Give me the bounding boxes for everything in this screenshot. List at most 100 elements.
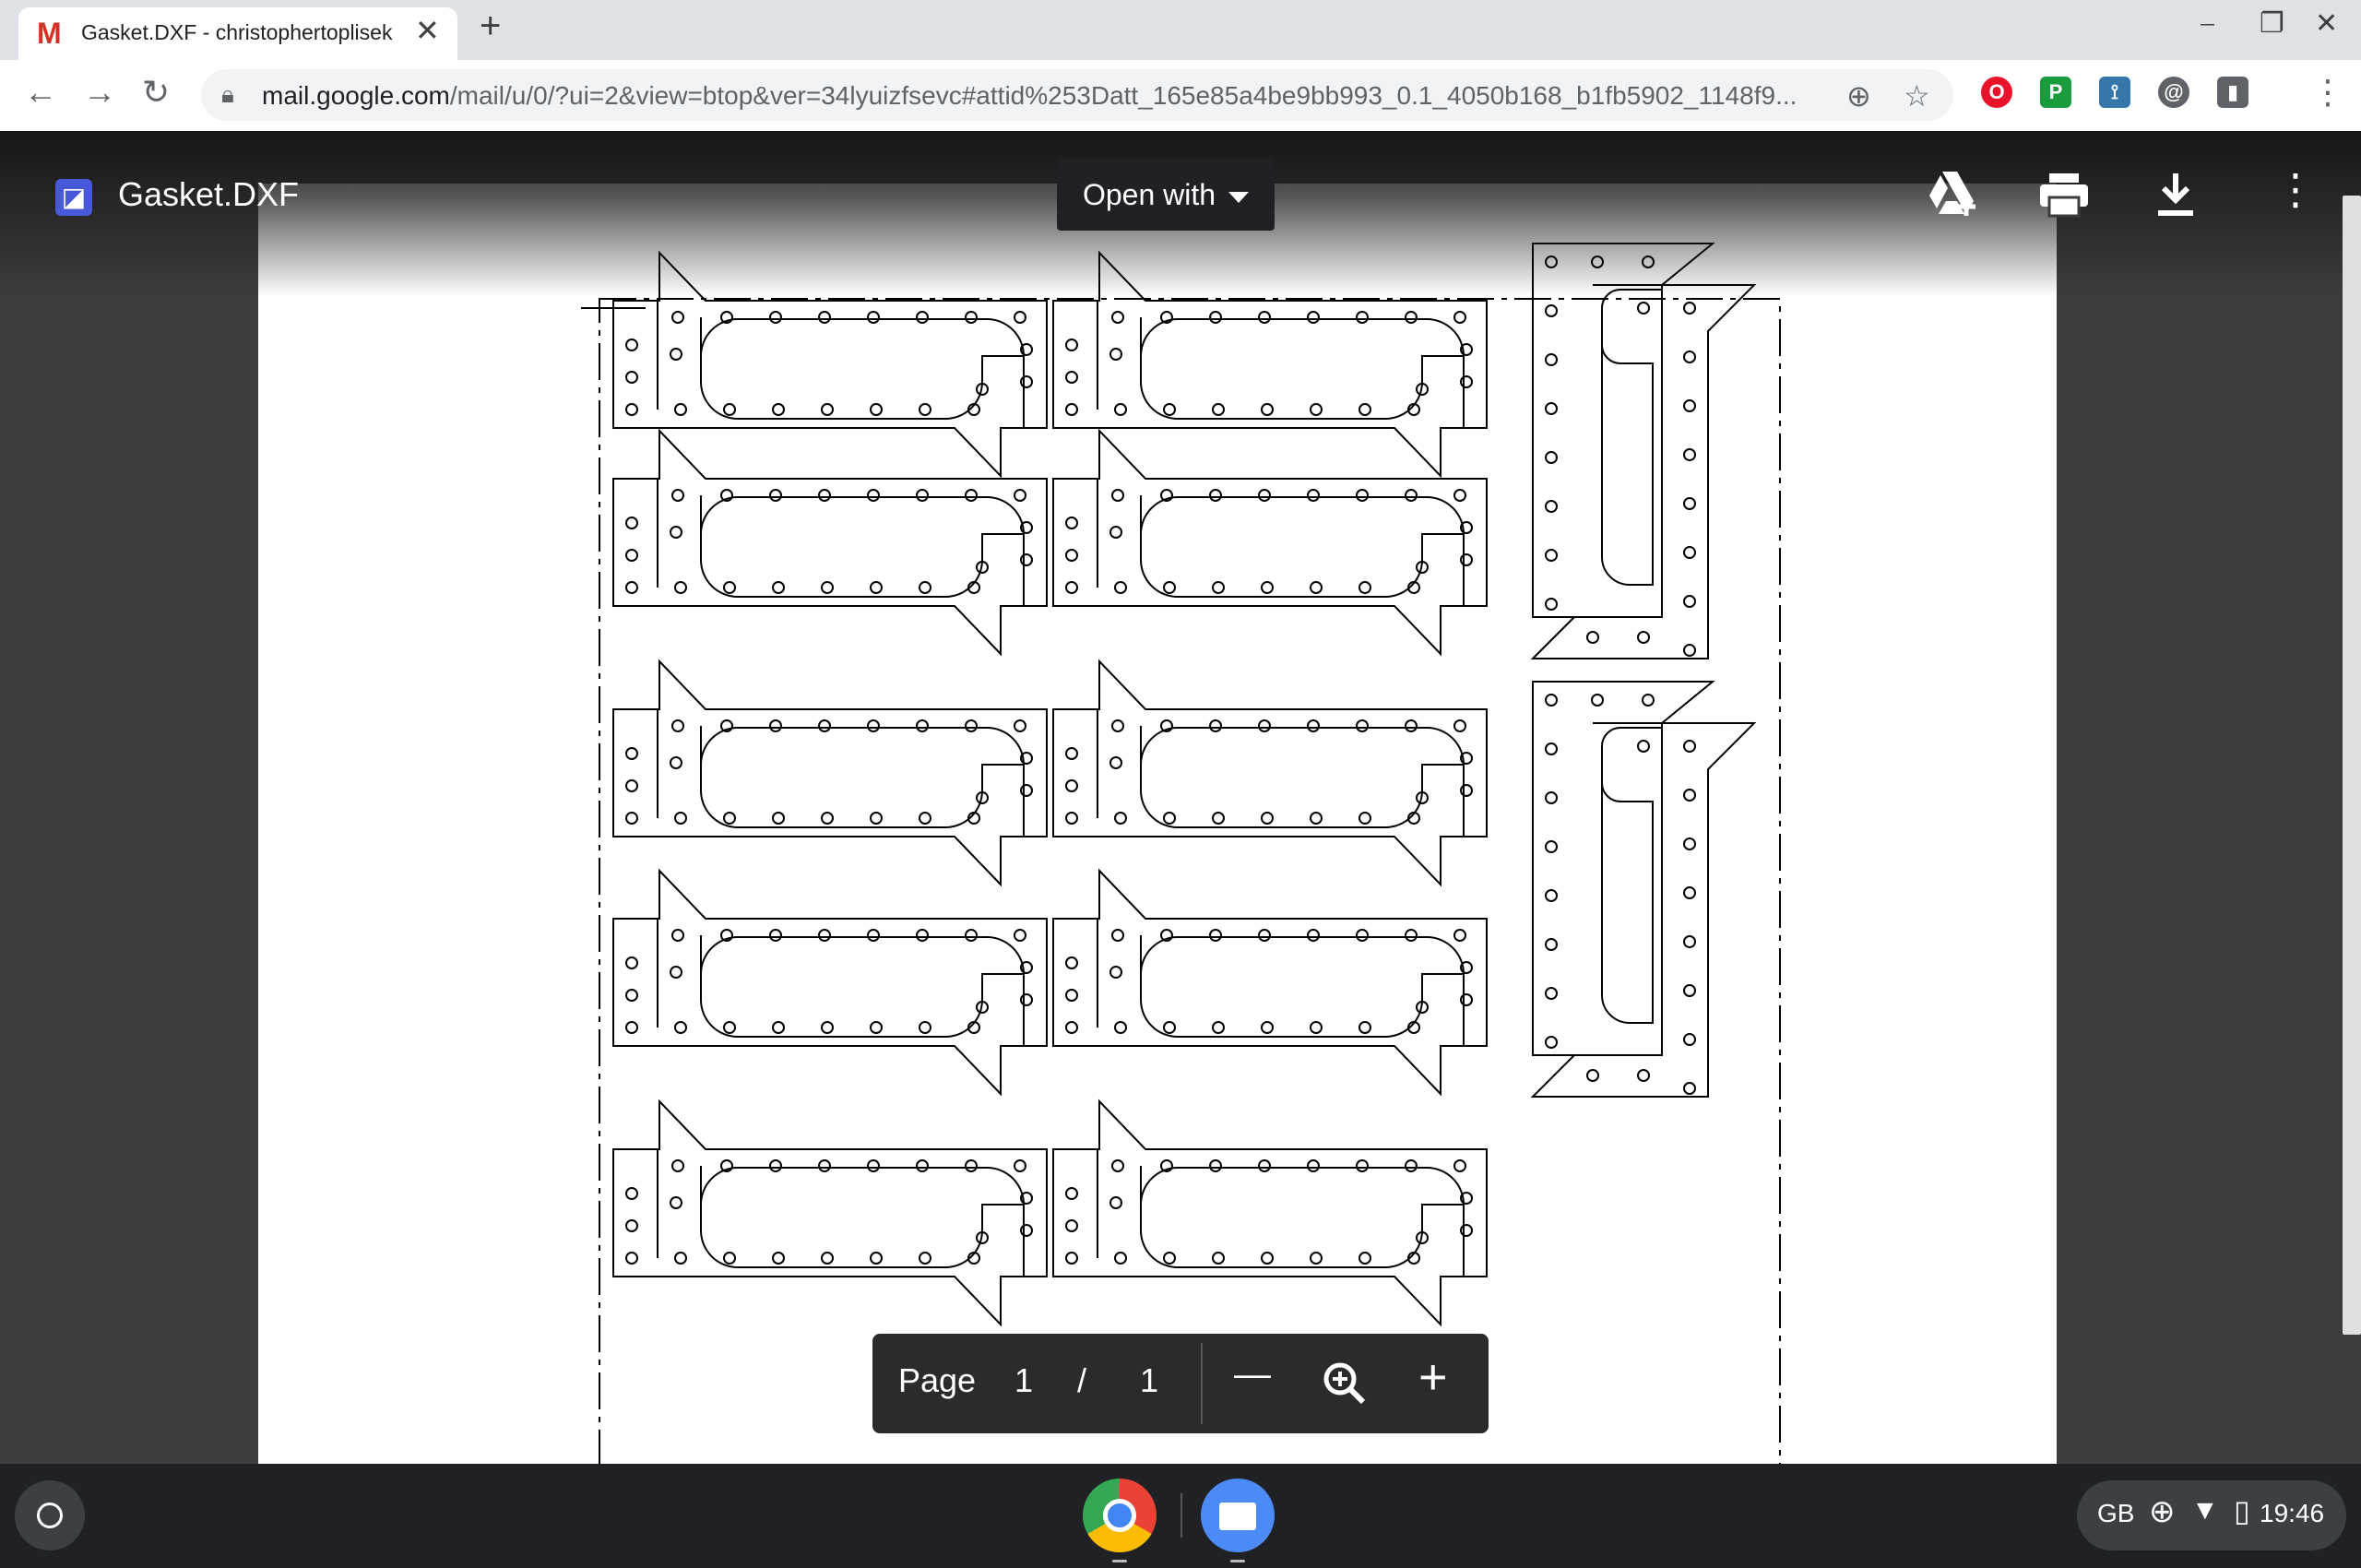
new-tab-button[interactable]: + xyxy=(480,6,501,47)
bolt-hole xyxy=(772,1252,785,1265)
bolt-hole xyxy=(1109,756,1122,769)
bolt-hole xyxy=(1545,598,1558,611)
bolt-hole xyxy=(1261,1021,1274,1034)
bolt-hole xyxy=(1065,549,1078,562)
zoom-fit-icon[interactable] xyxy=(1323,1361,1367,1406)
window-close-icon[interactable]: ✕ xyxy=(2315,7,2338,40)
gasket-cutout xyxy=(1140,726,1465,837)
bolt-hole xyxy=(818,311,831,324)
python-extension-icon[interactable]: ⟟ xyxy=(2099,77,2130,108)
bolt-hole xyxy=(723,1021,736,1034)
bolt-hole xyxy=(965,719,978,732)
open-with-button[interactable]: Open with xyxy=(1057,159,1275,231)
address-bar[interactable]: 🔒︎ mail.google.com/mail/u/0/?ui=2&view=b… xyxy=(201,69,1953,121)
bolt-hole xyxy=(1020,1224,1033,1237)
bolt-hole xyxy=(671,1159,684,1172)
tab-title: Gasket.DXF - christophertoplisek xyxy=(81,20,393,44)
status-tray[interactable]: GB ⊕ ▼ ▯ 19:46 xyxy=(2077,1480,2346,1550)
gasket-cutout xyxy=(1140,1166,1465,1277)
browser-toolbar: ← → ↻ 🔒︎ mail.google.com/mail/u/0/?ui=2&… xyxy=(0,60,2361,132)
bolt-hole xyxy=(1307,719,1320,732)
more-options-icon[interactable]: ⋮ xyxy=(2274,164,2317,214)
bolt-hole xyxy=(1358,1021,1371,1034)
launcher-button[interactable] xyxy=(15,1480,85,1550)
minimize-icon[interactable]: ⎯ xyxy=(2201,7,2214,39)
bolt-hole xyxy=(1111,1159,1124,1172)
bolt-hole xyxy=(1683,837,1696,850)
forward-icon[interactable]: → xyxy=(83,73,116,112)
bolt-hole xyxy=(1209,929,1222,942)
bolt-hole xyxy=(723,1252,736,1265)
bolt-hole xyxy=(919,581,931,594)
bolt-hole xyxy=(1065,517,1078,529)
bolt-hole xyxy=(1683,789,1696,802)
zoom-icon[interactable]: ⊕ xyxy=(1846,78,1871,113)
pushbullet-extension-icon[interactable]: P xyxy=(2040,77,2071,108)
bolt-hole xyxy=(1065,989,1078,1002)
spiral-extension-icon[interactable]: @ xyxy=(2158,77,2189,108)
download-icon[interactable] xyxy=(2156,172,2195,218)
back-icon[interactable]: ← xyxy=(24,73,57,112)
bolt-hole xyxy=(1310,1021,1323,1034)
bolt-hole xyxy=(625,1219,638,1232)
files-app-icon[interactable] xyxy=(1201,1479,1275,1552)
chrome-menu-icon[interactable]: ⋮ xyxy=(2311,73,2344,112)
bolt-hole xyxy=(1307,929,1320,942)
file-name: Gasket.DXF xyxy=(118,175,300,213)
zoom-in-button[interactable]: + xyxy=(1418,1348,1448,1406)
tab-strip: M Gasket.DXF - christophertoplisek ✕ + ⎯… xyxy=(0,0,2361,60)
printer-icon[interactable] xyxy=(2038,172,2090,218)
restore-icon[interactable]: ❐ xyxy=(2260,7,2284,40)
bolt-hole xyxy=(1358,403,1371,416)
current-page[interactable]: 1 xyxy=(1014,1361,1033,1400)
bolt-hole xyxy=(1065,1252,1078,1265)
tab-close-icon[interactable]: ✕ xyxy=(415,13,440,48)
bolt-hole xyxy=(1261,1252,1274,1265)
bolt-hole xyxy=(870,812,883,825)
vertical-scrollbar[interactable] xyxy=(2343,196,2361,1335)
bolt-hole xyxy=(916,489,929,502)
browser-tab[interactable]: M Gasket.DXF - christophertoplisek ✕ xyxy=(18,7,457,60)
bolt-hole xyxy=(1258,311,1271,324)
bolt-hole xyxy=(670,1196,682,1209)
bolt-hole xyxy=(1065,581,1078,594)
bolt-hole xyxy=(1065,371,1078,384)
bolt-hole xyxy=(870,1252,883,1265)
zoom-out-button[interactable]: — xyxy=(1234,1354,1271,1396)
url-host: mail.google.com xyxy=(262,81,450,110)
bolt-hole xyxy=(1545,889,1558,902)
drive-add-icon[interactable] xyxy=(1928,170,1979,218)
bolt-hole xyxy=(1065,956,1078,969)
camera-extension-icon[interactable]: ▮ xyxy=(2217,77,2248,108)
chrome-app-icon[interactable] xyxy=(1083,1479,1157,1552)
caret-down-icon xyxy=(1228,191,1250,203)
bolt-hole xyxy=(1356,489,1369,502)
bolt-hole xyxy=(1212,812,1225,825)
page-label: Page xyxy=(898,1361,977,1399)
bolt-hole xyxy=(1111,719,1124,732)
opera-extension-icon[interactable]: O xyxy=(1981,77,2012,108)
bolt-hole xyxy=(1586,1069,1599,1082)
bolt-hole xyxy=(867,719,880,732)
bolt-hole xyxy=(919,1252,931,1265)
system-shelf: GB ⊕ ▼ ▯ 19:46 xyxy=(0,1464,2361,1568)
bolt-hole xyxy=(1065,403,1078,416)
bolt-hole xyxy=(965,929,978,942)
bookmark-star-icon[interactable]: ☆ xyxy=(1904,78,1930,113)
bolt-hole xyxy=(1307,1159,1320,1172)
bolt-hole xyxy=(674,812,687,825)
bolt-hole xyxy=(1358,581,1371,594)
bolt-hole xyxy=(1586,631,1599,644)
bolt-hole xyxy=(919,403,931,416)
lock-icon: 🔒︎ xyxy=(221,80,234,108)
bolt-hole xyxy=(1261,403,1274,416)
bolt-hole xyxy=(1111,311,1124,324)
bolt-hole xyxy=(723,403,736,416)
reload-icon[interactable]: ↻ xyxy=(142,73,170,112)
bolt-hole xyxy=(769,929,782,942)
bolt-hole xyxy=(1591,694,1604,707)
bolt-hole xyxy=(1358,1252,1371,1265)
bolt-hole xyxy=(916,1159,929,1172)
bolt-hole xyxy=(1683,546,1696,559)
bolt-hole xyxy=(1212,581,1225,594)
